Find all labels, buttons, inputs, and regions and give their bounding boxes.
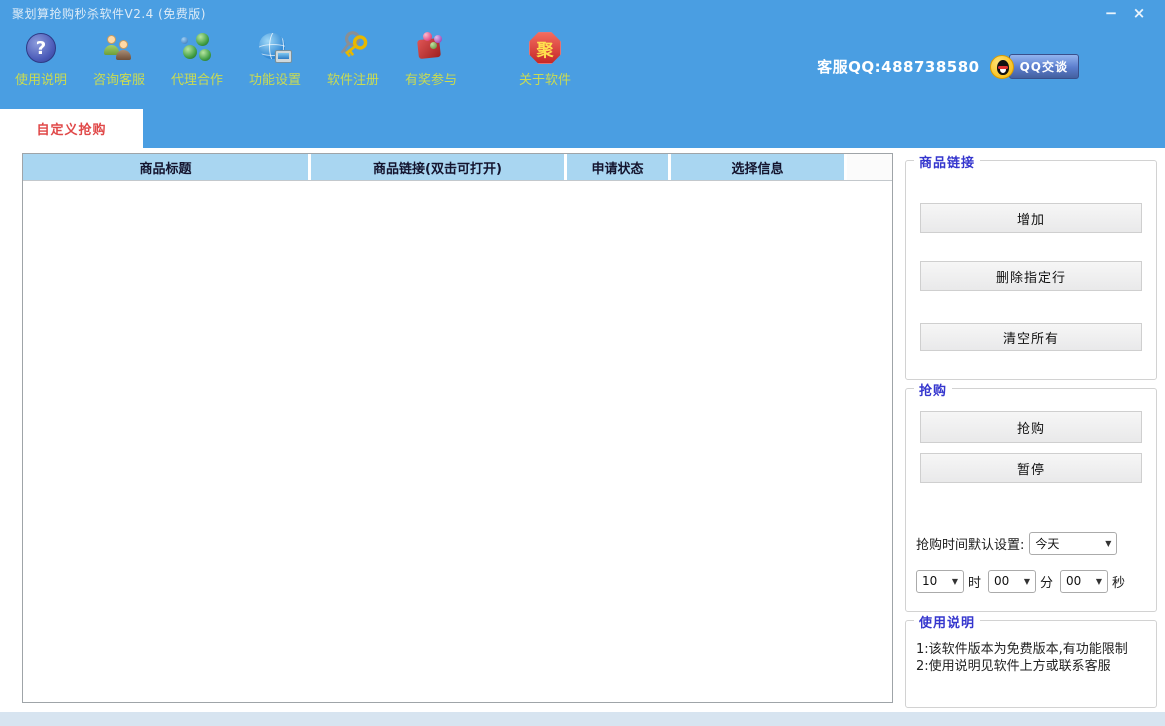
time-hms-row: 10 ▼ 时 00 ▼ 分 00 ▼ 秒: [916, 569, 1150, 593]
hour-select-value: 10: [922, 574, 938, 588]
qq-penguin-icon: [989, 54, 1014, 79]
chevron-down-icon: ▼: [951, 576, 958, 586]
usage-help-line2: 2:使用说明见软件上方或联系客服: [916, 659, 1111, 674]
minimize-button[interactable]: −: [1097, 5, 1125, 21]
pause-button[interactable]: 暂停: [920, 453, 1142, 483]
toolbar-item-label: 功能设置: [248, 73, 301, 88]
time-default-label: 抢购时间默认设置:: [916, 537, 1025, 553]
product-table: 商品标题 商品链接(双击可打开) 申请状态 选择信息: [22, 153, 893, 703]
toolbar-item-about[interactable]: 聚 关于软件: [506, 26, 584, 88]
group-usage-help: 使用说明 1:该软件版本为免费版本,有功能限制 2:使用说明见软件上方或联系客服: [905, 612, 1157, 708]
group-buy: 抢购 抢购 暂停 抢购时间默认设置: 今天 ▼ 10 ▼ 时 00 ▼ 分 00…: [905, 380, 1157, 612]
usage-help-line1: 1:该软件版本为免费版本,有功能限制: [916, 642, 1128, 657]
customer-service-icon: [102, 31, 136, 65]
delete-row-button[interactable]: 删除指定行: [920, 261, 1142, 291]
toolbar-item-prize[interactable]: 有奖参与: [392, 26, 470, 88]
add-button[interactable]: 增加: [920, 203, 1142, 233]
prize-icon: [414, 31, 448, 65]
column-header-product-title: 商品标题: [23, 154, 311, 180]
second-select[interactable]: 00 ▼: [1060, 569, 1109, 593]
day-select-value: 今天: [1035, 536, 1060, 551]
qq-contact-area: 客服QQ:488738580 QQ交谈: [817, 54, 1079, 79]
software-register-icon: [336, 31, 370, 65]
minute-unit-label: 分: [1040, 575, 1054, 591]
column-header-apply-status: 申请状态: [567, 154, 671, 180]
group-product-link: 商品链接 增加 删除指定行 清空所有: [905, 152, 1157, 380]
main-content: 商品标题 商品链接(双击可打开) 申请状态 选择信息 商品链接 增加 删除指定行…: [0, 148, 1165, 712]
toolbar-item-label: 代理合作: [170, 73, 223, 88]
window-title: 聚划算抢购秒杀软件V2.4 (免费版): [12, 6, 206, 21]
toolbar: ? 使用说明 咨询客服 代理合作 功能设置 软件注册 有奖参与 聚 关于软件 客…: [0, 26, 1165, 104]
toolbar-item-label: 有奖参与: [404, 73, 457, 88]
toolbar-item-label: 软件注册: [326, 73, 379, 88]
day-select[interactable]: 今天 ▼: [1029, 531, 1118, 555]
chevron-down-icon: ▼: [1023, 576, 1031, 586]
tab-bar: 自定义抢购: [0, 104, 1165, 148]
time-default-row: 抢购时间默认设置: 今天 ▼: [916, 531, 1146, 555]
window-bottom-strip: [0, 712, 1165, 726]
product-table-header: 商品标题 商品链接(双击可打开) 申请状态 选择信息: [23, 154, 892, 181]
tab-custom-buy[interactable]: 自定义抢购: [0, 109, 143, 148]
second-select-value: 00: [1066, 574, 1082, 588]
toolbar-item-label: 关于软件: [518, 73, 571, 88]
toolbar-item-software-register[interactable]: 软件注册: [314, 26, 392, 88]
about-icon: 聚: [528, 31, 562, 65]
group-buy-title: 抢购: [914, 380, 953, 399]
buy-button[interactable]: 抢购: [920, 411, 1142, 443]
settings-icon: [258, 31, 292, 65]
column-header-select-info: 选择信息: [671, 154, 847, 180]
qq-chat-button[interactable]: QQ交谈: [989, 54, 1079, 79]
qq-number-label: 客服QQ:488738580: [817, 58, 980, 76]
close-button[interactable]: ×: [1125, 5, 1153, 21]
chevron-down-icon: ▼: [1105, 538, 1112, 548]
tab-label: 自定义抢购: [36, 123, 107, 138]
app-window: 聚划算抢购秒杀软件V2.4 (免费版) − × ? 使用说明 咨询客服 代理合作: [0, 0, 1165, 726]
usage-help-text: 1:该软件版本为免费版本,有功能限制 2:使用说明见软件上方或联系客服: [916, 641, 1148, 675]
column-header-spacer: [847, 154, 892, 180]
group-product-link-title: 商品链接: [914, 152, 981, 171]
help-icon: ?: [24, 31, 58, 65]
toolbar-item-usage-help[interactable]: ? 使用说明: [2, 26, 80, 88]
titlebar: 聚划算抢购秒杀软件V2.4 (免费版) − ×: [0, 0, 1165, 26]
product-table-body[interactable]: [23, 181, 892, 702]
toolbar-item-label: 使用说明: [14, 73, 67, 88]
clear-all-button[interactable]: 清空所有: [920, 323, 1142, 351]
qq-chat-button-label: QQ交谈: [1008, 54, 1079, 79]
agent-cooperation-icon: [180, 31, 214, 65]
second-unit-label: 秒: [1112, 575, 1126, 591]
toolbar-item-settings[interactable]: 功能设置: [236, 26, 314, 88]
minute-select[interactable]: 00 ▼: [988, 569, 1037, 593]
group-usage-help-title: 使用说明: [914, 612, 981, 631]
hour-unit-label: 时: [968, 575, 982, 591]
toolbar-item-customer-service[interactable]: 咨询客服: [80, 26, 158, 88]
chevron-down-icon: ▼: [1095, 576, 1103, 586]
toolbar-item-agent-cooperation[interactable]: 代理合作: [158, 26, 236, 88]
column-header-product-link: 商品链接(双击可打开): [311, 154, 567, 180]
minute-select-value: 00: [994, 574, 1010, 588]
hour-select[interactable]: 10 ▼: [916, 569, 964, 593]
toolbar-item-label: 咨询客服: [92, 73, 145, 88]
